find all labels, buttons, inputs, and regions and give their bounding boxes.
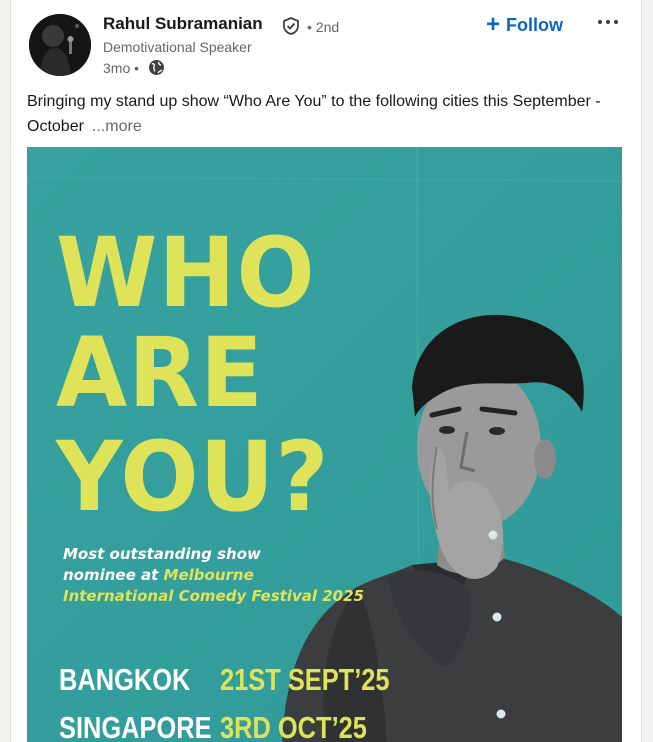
poster-title-line-3: YOU?	[56, 420, 330, 533]
author-headline: Demotivational Speaker	[103, 39, 252, 55]
author-name[interactable]: Rahul Subramanian	[103, 14, 263, 34]
feed-post-card: Rahul Subramanian • 2nd Demotivational S…	[10, 0, 642, 742]
more-horizontal-icon[interactable]	[595, 12, 621, 32]
tagline-festival: International Comedy Fe	[63, 587, 271, 605]
schedule-date: 3RD OCT’25	[220, 710, 367, 742]
tagline-prefix: nominee at	[63, 566, 164, 584]
see-more-link[interactable]: ...more	[92, 118, 142, 135]
connection-degree: • 2nd	[307, 19, 340, 35]
post-image[interactable]: WHO ARE YOU? Most outstanding show nomin…	[27, 147, 622, 742]
post-time: 3mo •	[103, 60, 140, 76]
poster-title-line-2: ARE	[56, 316, 264, 429]
tagline-highlight: Melbourne	[163, 566, 254, 584]
verified-shield-icon	[283, 17, 299, 35]
tagline-festival-rest: stival 2025	[270, 587, 364, 605]
tagline-line-3: International Comedy Festival 2025	[63, 586, 403, 607]
follow-label: Follow	[506, 14, 564, 35]
globe-icon	[149, 60, 164, 75]
schedule-city: SINGAPORE	[59, 710, 212, 742]
tagline-line-1: Most outstanding show	[63, 545, 261, 563]
schedule-date: 21ST SEPT’25	[220, 662, 390, 697]
plus-icon: +	[486, 11, 501, 38]
poster-title-line-1: WHO	[56, 216, 316, 329]
tagline-line-2: nominee at Melbourne	[63, 565, 403, 586]
author-avatar[interactable]	[29, 14, 91, 76]
follow-button[interactable]: + Follow	[486, 11, 563, 39]
post-text: Bringing my stand up show “Who Are You” …	[27, 89, 627, 139]
poster-tagline: Most outstanding show nominee at Melbour…	[63, 544, 403, 607]
schedule-city: BANGKOK	[59, 662, 191, 697]
